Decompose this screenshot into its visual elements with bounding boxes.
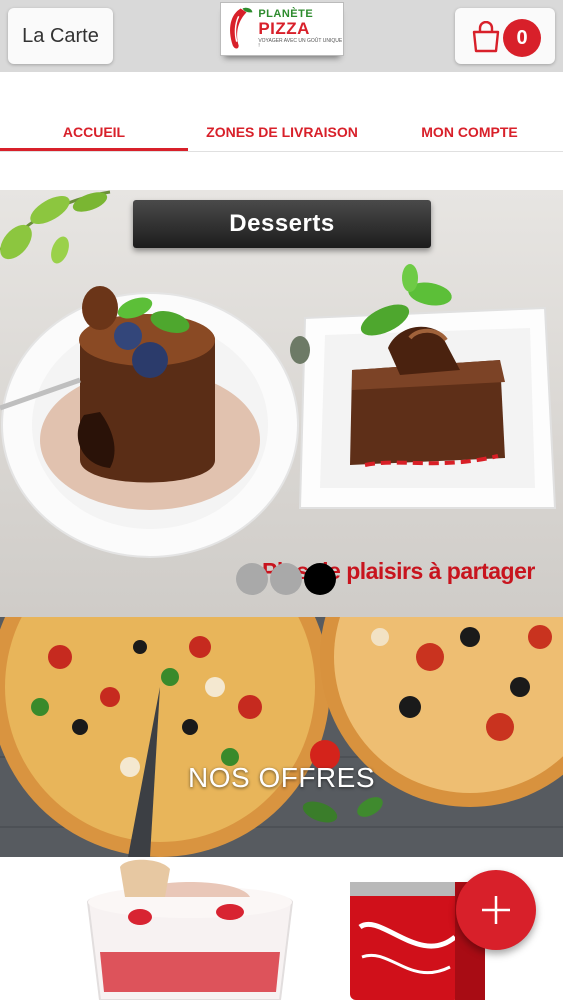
cart-count-badge: 0: [503, 19, 541, 57]
desserts-banner[interactable]: Desserts Plus de plaisirs à partager: [0, 190, 563, 617]
carousel-dots: [236, 563, 336, 595]
nos-offres-card[interactable]: NOS OFFRES: [0, 617, 563, 857]
cart-button[interactable]: 0: [455, 8, 555, 64]
active-tab-indicator: [0, 148, 188, 151]
tab-accueil[interactable]: ACCUEIL: [0, 112, 188, 152]
tab-zones-de-livraison[interactable]: ZONES DE LIVRAISON: [188, 112, 376, 152]
la-carte-button[interactable]: La Carte: [8, 8, 113, 64]
planete-pizza-logo[interactable]: PLANÈTE PIZZA VOYAGER AVEC UN GOÛT UNIQU…: [220, 2, 344, 56]
nos-offres-label: NOS OFFRES: [187, 762, 375, 793]
logo-tagline: VOYAGER AVEC UN GOÛT UNIQUE !: [258, 38, 343, 49]
tab-mon-compte[interactable]: MON COMPTE: [376, 112, 563, 152]
main-tabs: ACCUEIL ZONES DE LIVRAISON MON COMPTE: [0, 112, 563, 152]
carousel-dot-3-active[interactable]: [304, 563, 336, 595]
logo-line-2: PIZZA: [258, 19, 310, 38]
add-fab-button[interactable]: [456, 870, 536, 950]
desserts-image: [0, 190, 557, 558]
plus-icon: [482, 896, 510, 924]
carousel-dot-2[interactable]: [270, 563, 302, 595]
banner-title: Desserts: [133, 200, 431, 248]
carousel-dot-1[interactable]: [236, 563, 268, 595]
top-bar: La Carte PLANÈTE PIZZA VOYAGER AVEC UN G…: [0, 0, 563, 72]
pizzas-image: [0, 617, 563, 857]
shopping-bag-icon: [472, 21, 500, 53]
pepper-logo-icon: [230, 7, 253, 49]
